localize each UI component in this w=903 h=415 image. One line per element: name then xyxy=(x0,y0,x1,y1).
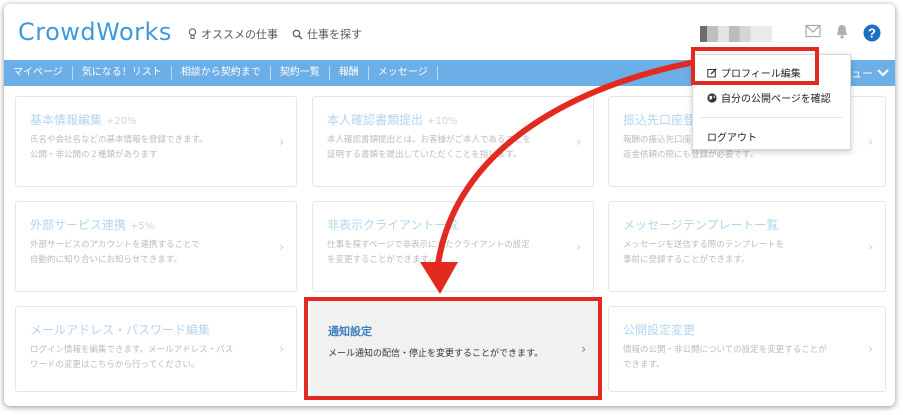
annotation-arrow xyxy=(420,60,693,294)
